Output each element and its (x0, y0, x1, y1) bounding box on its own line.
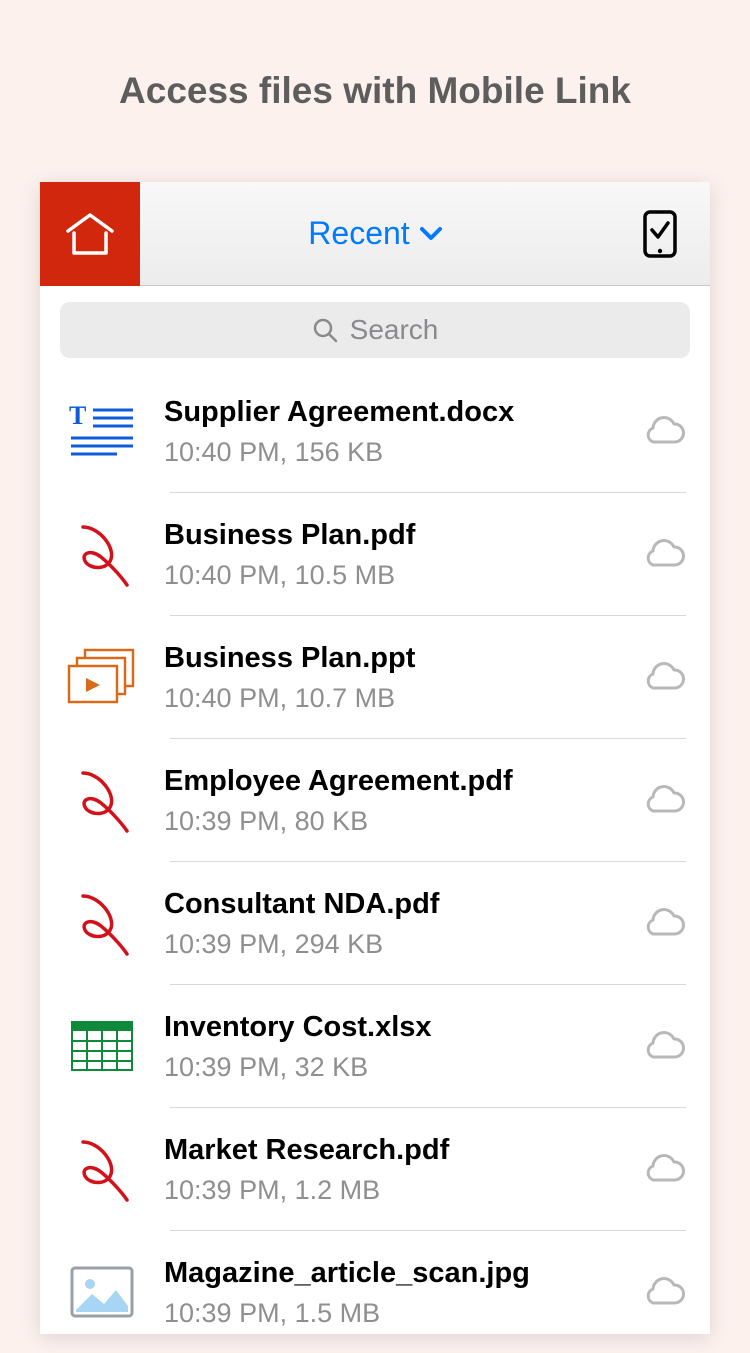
file-row[interactable]: Market Research.pdf 10:39 PM, 1.2 MB (40, 1108, 710, 1230)
mobile-link-icon (643, 210, 677, 258)
file-row[interactable]: Business Plan.ppt 10:40 PM, 10.7 MB (40, 616, 710, 738)
file-name: Magazine_article_scan.jpg (164, 1255, 622, 1293)
nav-title-label: Recent (308, 215, 409, 252)
file-meta: 10:39 PM, 294 KB (164, 929, 622, 960)
jpg-file-icon (60, 1266, 144, 1318)
file-list: T Supplier Agreement.docx 10:40 PM, 156 … (40, 370, 710, 1353)
navbar: Recent (40, 182, 710, 286)
file-name: Consultant NDA.pdf (164, 886, 622, 924)
ppt-file-icon (60, 648, 144, 706)
xlsx-file-icon (60, 1021, 144, 1071)
file-text: Inventory Cost.xlsx 10:39 PM, 32 KB (164, 1009, 622, 1084)
cloud-status-icon (642, 662, 686, 692)
file-row[interactable]: Consultant NDA.pdf 10:39 PM, 294 KB (40, 862, 710, 984)
chevron-down-icon (420, 227, 442, 241)
file-text: Magazine_article_scan.jpg 10:39 PM, 1.5 … (164, 1255, 622, 1330)
file-meta: 10:39 PM, 80 KB (164, 806, 622, 837)
file-name: Business Plan.pdf (164, 517, 622, 555)
file-text: Consultant NDA.pdf 10:39 PM, 294 KB (164, 886, 622, 961)
file-row[interactable]: T Supplier Agreement.docx 10:40 PM, 156 … (40, 370, 710, 492)
mobile-link-button[interactable] (610, 182, 710, 285)
cloud-status-icon (642, 908, 686, 938)
file-text: Employee Agreement.pdf 10:39 PM, 80 KB (164, 763, 622, 838)
file-row[interactable]: Inventory Cost.xlsx 10:39 PM, 32 KB (40, 985, 710, 1107)
cloud-status-icon (642, 1031, 686, 1061)
home-icon (64, 211, 116, 257)
docx-file-icon: T (60, 404, 144, 458)
file-row[interactable]: Employee Agreement.pdf 10:39 PM, 80 KB (40, 739, 710, 861)
file-meta: 10:40 PM, 10.5 MB (164, 560, 622, 591)
file-name: Market Research.pdf (164, 1132, 622, 1170)
file-text: Market Research.pdf 10:39 PM, 1.2 MB (164, 1132, 622, 1207)
search-icon (312, 317, 338, 343)
file-meta: 10:40 PM, 156 KB (164, 437, 622, 468)
file-name: Supplier Agreement.docx (164, 394, 622, 432)
nav-title-dropdown[interactable]: Recent (140, 182, 610, 285)
file-row[interactable]: Magazine_article_scan.jpg 10:39 PM, 1.5 … (40, 1231, 710, 1353)
file-meta: 10:39 PM, 1.2 MB (164, 1175, 622, 1206)
file-text: Business Plan.pdf 10:40 PM, 10.5 MB (164, 517, 622, 592)
app-frame: Recent Search T (40, 182, 710, 1334)
cloud-status-icon (642, 1154, 686, 1184)
home-button[interactable] (40, 182, 140, 286)
pdf-file-icon (60, 1134, 144, 1204)
file-name: Business Plan.ppt (164, 640, 622, 678)
pdf-file-icon (60, 519, 144, 589)
svg-text:T: T (69, 404, 86, 430)
pdf-file-icon (60, 888, 144, 958)
file-name: Inventory Cost.xlsx (164, 1009, 622, 1047)
file-meta: 10:39 PM, 1.5 MB (164, 1298, 622, 1329)
page-title: Access files with Mobile Link (0, 0, 750, 112)
file-row[interactable]: Business Plan.pdf 10:40 PM, 10.5 MB (40, 493, 710, 615)
pdf-file-icon (60, 765, 144, 835)
cloud-status-icon (642, 539, 686, 569)
file-name: Employee Agreement.pdf (164, 763, 622, 801)
cloud-status-icon (642, 1277, 686, 1307)
file-text: Business Plan.ppt 10:40 PM, 10.7 MB (164, 640, 622, 715)
cloud-status-icon (642, 416, 686, 446)
cloud-status-icon (642, 785, 686, 815)
file-meta: 10:40 PM, 10.7 MB (164, 683, 622, 714)
search-input[interactable]: Search (60, 302, 690, 358)
search-placeholder: Search (350, 314, 439, 346)
file-meta: 10:39 PM, 32 KB (164, 1052, 622, 1083)
file-text: Supplier Agreement.docx 10:40 PM, 156 KB (164, 394, 622, 469)
